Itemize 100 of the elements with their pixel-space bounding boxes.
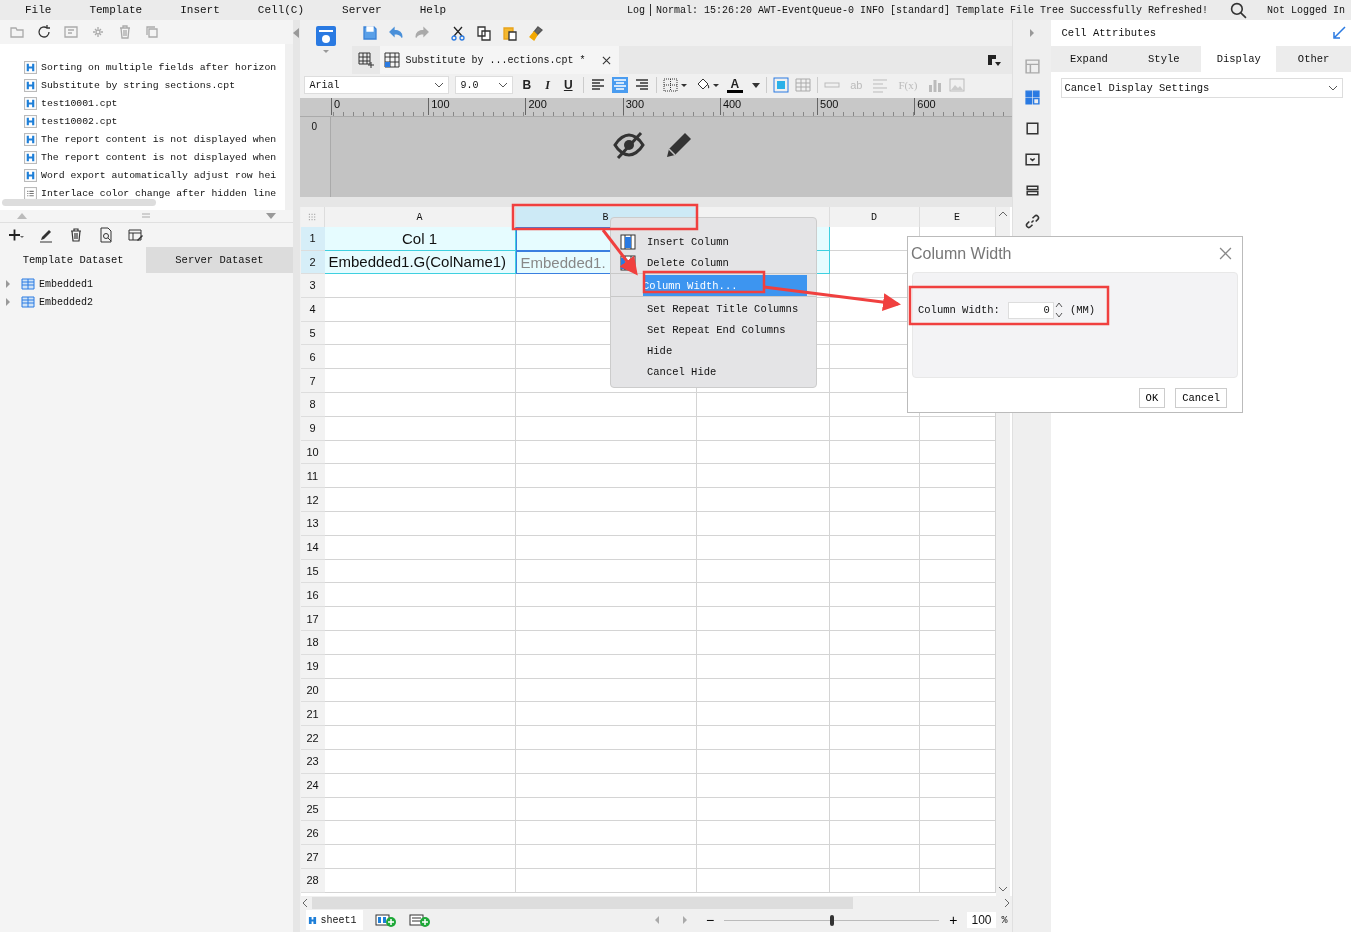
file-tree-item[interactable]: test10001.cpt: [0, 94, 285, 112]
preview-icon[interactable]: [98, 227, 114, 243]
widget-icon[interactable]: [1023, 151, 1041, 168]
display-select[interactable]: Cancel Display Settings: [1061, 78, 1343, 98]
grip-icon[interactable]: [141, 213, 152, 219]
zoom-field[interactable]: 100: [967, 912, 996, 928]
scroll-up-icon[interactable]: [997, 211, 1008, 217]
close-icon[interactable]: [601, 55, 611, 65]
login-status[interactable]: Not Logged In: [1267, 4, 1345, 16]
search-icon[interactable]: [1230, 1, 1247, 19]
file-tree-item[interactable]: The report content is not displayed when: [0, 148, 285, 166]
expand-arrow-icon[interactable]: [5, 298, 11, 306]
slider-thumb[interactable]: [829, 914, 834, 926]
file-tree-item[interactable]: The report content is not displayed when: [0, 130, 285, 148]
menu-item[interactable]: Set Repeat Title Columns: [611, 298, 807, 319]
brush-icon[interactable]: [527, 25, 544, 41]
scrollbar-thumb[interactable]: [311, 897, 853, 909]
row-header[interactable]: 6: [300, 345, 325, 370]
row-header[interactable]: 10: [300, 440, 325, 465]
log-label[interactable]: Log: [626, 4, 645, 16]
font-size-field[interactable]: 9.0: [454, 76, 513, 94]
row-header[interactable]: 2: [300, 250, 325, 274]
dataset-item[interactable]: Embedded2: [39, 296, 93, 308]
row-header[interactable]: 20: [300, 678, 325, 703]
zoom-out-button[interactable]: −: [702, 912, 719, 928]
menu-item[interactable]: Hide: [611, 340, 807, 361]
row-header[interactable]: 8: [300, 393, 325, 417]
hidden-eye-icon[interactable]: [612, 129, 645, 161]
column-header[interactable]: D: [829, 207, 920, 227]
new-sheet-icon[interactable]: [357, 52, 374, 68]
menu-item[interactable]: Set Repeat End Columns: [611, 319, 807, 340]
font-color-button[interactable]: A: [726, 77, 744, 93]
row-header[interactable]: 27: [300, 845, 325, 869]
collapse-down-icon[interactable]: [265, 213, 276, 219]
row-header[interactable]: 5: [300, 321, 325, 346]
row-header[interactable]: 3: [300, 274, 325, 298]
cell-element-icon[interactable]: [1023, 89, 1041, 106]
undo-icon[interactable]: [387, 25, 404, 41]
row-header[interactable]: 19: [300, 654, 325, 679]
menu-item[interactable]: Cancel Hide: [611, 361, 807, 382]
row-header[interactable]: 25: [300, 797, 325, 822]
scissors-icon[interactable]: [449, 25, 466, 41]
row-header[interactable]: 21: [300, 702, 325, 727]
attribute-tab[interactable]: Expand: [1051, 46, 1127, 72]
row-header[interactable]: 28: [300, 868, 325, 893]
add-icon[interactable]: [8, 227, 24, 243]
sheet-tab[interactable]: sheet1: [305, 910, 363, 930]
refresh-icon[interactable]: [36, 24, 52, 40]
format-button[interactable]: B: [518, 78, 536, 92]
row-header[interactable]: 18: [300, 630, 325, 655]
row-header[interactable]: 11: [300, 464, 325, 489]
file-tree-item[interactable]: Interlace color change after hidden line: [0, 184, 285, 202]
dataset-edit-icon[interactable]: [128, 227, 144, 243]
dialog-button[interactable]: OK: [1138, 388, 1166, 408]
expand-right-icon[interactable]: [1029, 28, 1035, 38]
row-header[interactable]: 24: [300, 773, 325, 798]
align-center-icon[interactable]: [611, 77, 628, 93]
document-tab[interactable]: Substitute by ...ections.cpt *: [379, 46, 619, 74]
expand-arrow-icon[interactable]: [5, 280, 11, 288]
edit-icon[interactable]: [38, 227, 54, 243]
align-left-icon[interactable]: [589, 77, 606, 93]
caret-icon[interactable]: [752, 82, 761, 88]
add-form-sheet-icon[interactable]: [408, 913, 431, 927]
row-header[interactable]: 14: [300, 535, 325, 560]
scroll-down-icon[interactable]: [997, 886, 1008, 892]
collapse-arrow-icon[interactable]: [1331, 25, 1347, 41]
frame-icon[interactable]: [1023, 120, 1041, 137]
format-button[interactable]: I: [541, 77, 554, 93]
row-header[interactable]: 15: [300, 559, 325, 584]
dataset-tab[interactable]: Server Dataset: [146, 247, 293, 273]
attribute-tab[interactable]: Style: [1126, 46, 1202, 72]
row-header[interactable]: 7: [300, 369, 325, 393]
trash-icon[interactable]: [68, 227, 84, 243]
zoom-in-button[interactable]: +: [945, 912, 962, 928]
dataset-item[interactable]: Embedded1: [39, 278, 93, 290]
save-icon[interactable]: [361, 25, 378, 41]
menu-item[interactable]: Insert: [180, 4, 220, 16]
row-header[interactable]: 17: [300, 607, 325, 631]
report-preview-icon[interactable]: [313, 24, 338, 54]
file-tree-item[interactable]: Sorting on multiple fields after horizon: [0, 58, 285, 76]
dialog-button[interactable]: Cancel: [1175, 388, 1227, 408]
menu-item[interactable]: Server: [342, 4, 382, 16]
border-icon[interactable]: [662, 77, 689, 93]
menu-item[interactable]: Cell(C): [257, 4, 305, 16]
copy-icon[interactable]: [475, 25, 492, 41]
add-report-sheet-icon[interactable]: [374, 913, 397, 927]
format-button[interactable]: U: [559, 78, 577, 92]
row-header[interactable]: 13: [300, 511, 325, 536]
file-tree-item[interactable]: Substitute by string sections.cpt: [0, 76, 285, 94]
row-header[interactable]: 12: [300, 488, 325, 512]
dropdown-menu-icon[interactable]: [985, 52, 1002, 68]
column-header[interactable]: E: [919, 207, 996, 227]
file-tree-item[interactable]: Word export automatically adjust row hei: [0, 166, 285, 184]
menu-item[interactable]: Template: [89, 4, 143, 16]
link-icon[interactable]: [1023, 213, 1041, 230]
scroll-left-icon[interactable]: [301, 898, 308, 908]
row-header[interactable]: 1: [300, 227, 325, 251]
file-tree-item[interactable]: test10002.cpt: [0, 112, 285, 130]
scrollbar-thumb[interactable]: [2, 199, 156, 206]
row-header[interactable]: 23: [300, 749, 325, 774]
